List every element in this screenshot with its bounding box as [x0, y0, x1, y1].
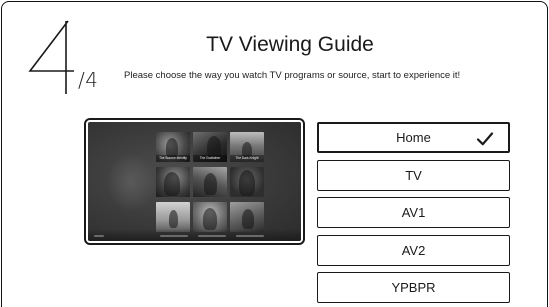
thumbnail: The Godfather [193, 132, 227, 162]
option-av2[interactable]: AV2 [317, 234, 510, 266]
option-label: AV1 [401, 205, 426, 220]
option-label: AV2 [401, 242, 426, 258]
thumbnail: The Bourne Identity [156, 132, 190, 162]
thumbnail: The Dark Knight [230, 132, 264, 162]
thumbnail [193, 167, 227, 197]
tv-viewing-guide-screen: /4 TV Viewing Guide Please choose the wa… [0, 0, 549, 307]
page-subtitle: Please choose the way you watch TV progr… [124, 70, 461, 81]
thumbnail [230, 167, 264, 197]
thumbnail-caption: The Bourne Identity [156, 155, 190, 162]
preview-image: The Bourne Identity The Godfather The Da… [88, 122, 301, 241]
thumbnail [193, 202, 227, 232]
option-label: Home [396, 130, 431, 145]
source-options-list: Home TV AV1 AV2 YPBPR [317, 122, 510, 307]
option-label: YPBPR [391, 280, 436, 295]
checkmark-icon [476, 132, 494, 146]
option-av1[interactable]: AV1 [317, 197, 510, 228]
option-label: TV [405, 167, 422, 183]
thumbnail-caption: The Godfather [193, 155, 227, 162]
option-tv[interactable]: TV [317, 159, 510, 191]
step-indicator: /4 [0, 0, 110, 100]
step-total: /4 [78, 68, 99, 92]
page-title: TV Viewing Guide [206, 33, 374, 56]
thumbnail-grid: The Bourne Identity The Godfather The Da… [156, 132, 264, 232]
thumbnail-caption: The Dark Knight [230, 155, 264, 162]
option-ypbpr[interactable]: YPBPR [317, 272, 510, 303]
source-preview: The Bourne Identity The Godfather The Da… [84, 118, 305, 245]
thumbnail [156, 167, 190, 197]
thumbnail [156, 202, 190, 232]
thumbnail [230, 202, 264, 232]
option-home[interactable]: Home [317, 122, 510, 153]
